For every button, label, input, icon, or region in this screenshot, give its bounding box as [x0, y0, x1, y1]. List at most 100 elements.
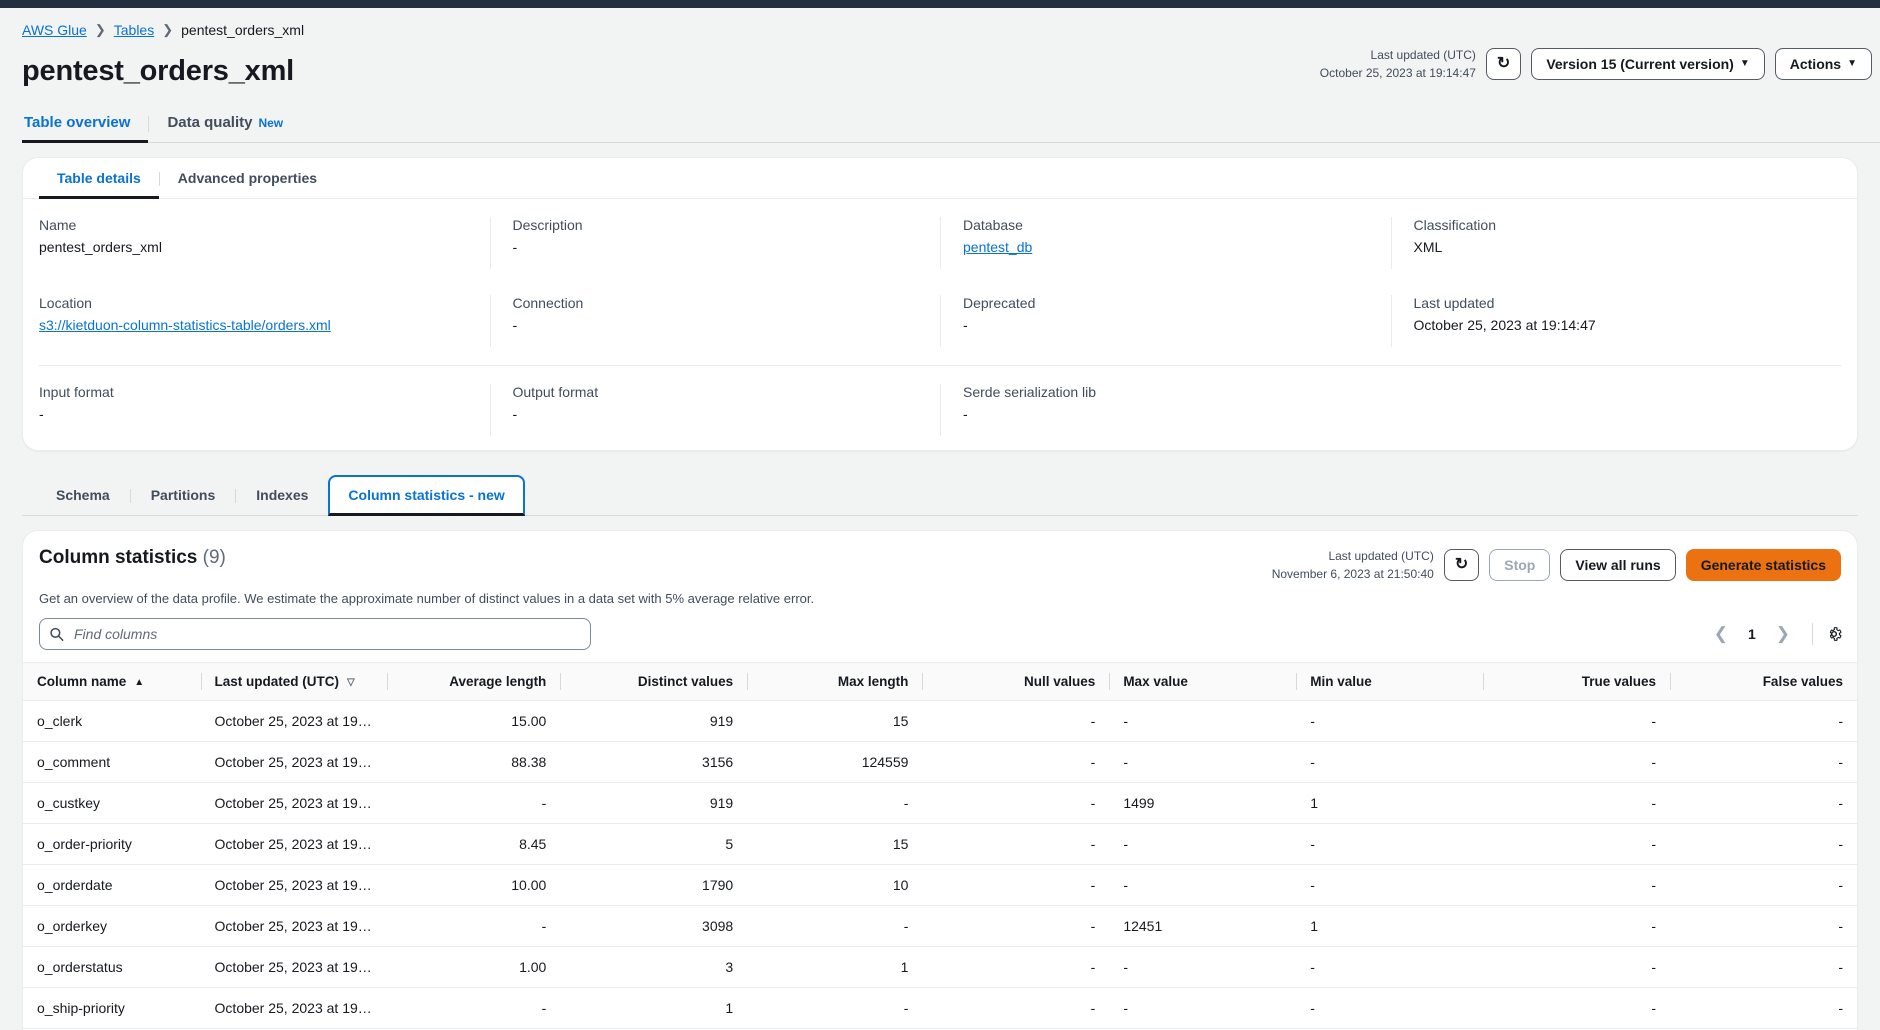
cell-null-values: -	[922, 824, 1109, 865]
detail-location-label: Location	[39, 295, 472, 311]
th-last-updated[interactable]: Last updated (UTC)▽	[201, 663, 388, 701]
tab-schema[interactable]: Schema	[36, 475, 130, 516]
detail-name-label: Name	[39, 217, 472, 233]
tab-partitions[interactable]: Partitions	[131, 475, 236, 516]
th-max-length[interactable]: Max length	[747, 663, 922, 701]
cell-null-values: -	[922, 783, 1109, 824]
tab-data-quality[interactable]: Data qualityNew	[149, 104, 301, 143]
detail-database-link[interactable]: pentest_db	[963, 239, 1032, 255]
cell-column-name: o_orderdate	[23, 865, 201, 906]
table-row[interactable]: o_orderkeyOctober 25, 2023 at 19:14:-309…	[23, 906, 1857, 947]
cell-distinct-values: 1790	[560, 865, 747, 906]
cell-false-values: -	[1670, 783, 1857, 824]
detail-connection-value: -	[513, 317, 923, 333]
cell-max-length: 1	[747, 947, 922, 988]
toolbar-divider	[1812, 623, 1813, 645]
tab-schema-label: Schema	[56, 487, 110, 503]
cell-last-updated: October 25, 2023 at 19:14:	[201, 783, 388, 824]
th-distinct-values[interactable]: Distinct values	[560, 663, 747, 701]
page-header-actions: Last updated (UTC) October 25, 2023 at 1…	[1320, 46, 1872, 88]
th-average-length[interactable]: Average length	[387, 663, 560, 701]
tab-advanced-properties[interactable]: Advanced properties	[160, 158, 335, 199]
detail-output-format-value: -	[513, 406, 923, 422]
table-row[interactable]: o_commentOctober 25, 2023 at 19:14:88.38…	[23, 742, 1857, 783]
cell-average-length: 10.00	[387, 865, 560, 906]
cell-last-updated: October 25, 2023 at 19:14:	[201, 947, 388, 988]
th-column-name-label: Column name	[37, 674, 126, 689]
cell-null-values: -	[922, 701, 1109, 742]
cell-max-length: -	[747, 783, 922, 824]
cell-true-values: -	[1483, 865, 1670, 906]
chevron-down-icon: ▼	[1740, 59, 1750, 69]
tab-table-details[interactable]: Table details	[39, 158, 159, 199]
refresh-button[interactable]: ↻	[1486, 48, 1521, 80]
table-row[interactable]: o_ship-priorityOctober 25, 2023 at 19:14…	[23, 988, 1857, 1029]
cell-column-name: o_ship-priority	[23, 988, 201, 1029]
cell-distinct-values: 5	[560, 824, 747, 865]
chevron-left-icon[interactable]: ❮	[1704, 620, 1738, 648]
search-input[interactable]	[39, 618, 591, 650]
th-min-value[interactable]: Min value	[1296, 663, 1483, 701]
column-statistics-panel: Column statistics (9) Last updated (UTC)…	[22, 530, 1858, 1030]
cell-column-name: o_orderstatus	[23, 947, 201, 988]
detail-input-format: Input format -	[39, 384, 490, 436]
primary-tabs: Table overview Data qualityNew	[22, 104, 1880, 143]
chevron-right-icon[interactable]: ❯	[1766, 620, 1800, 648]
cell-distinct-values: 1	[560, 988, 747, 1029]
cell-average-length: 8.45	[387, 824, 560, 865]
cell-max-value: -	[1109, 742, 1296, 783]
table-row[interactable]: o_custkeyOctober 25, 2023 at 19:14:-919-…	[23, 783, 1857, 824]
cell-false-values: -	[1670, 742, 1857, 783]
view-all-runs-button[interactable]: View all runs	[1560, 549, 1675, 581]
cell-average-length: 88.38	[387, 742, 560, 783]
table-row[interactable]: o_orderstatusOctober 25, 2023 at 19:14: 1…	[23, 947, 1857, 988]
cell-true-values: -	[1483, 742, 1670, 783]
chevron-down-icon: ▼	[1847, 59, 1857, 69]
breadcrumb-item-tables[interactable]: Tables	[114, 22, 154, 38]
version-select[interactable]: Version 15 (Current version) ▼	[1531, 48, 1764, 80]
th-null-values[interactable]: Null values	[922, 663, 1109, 701]
cell-true-values: -	[1483, 701, 1670, 742]
table-last-updated-label: Last updated (UTC)	[1320, 46, 1476, 64]
cell-distinct-values: 3	[560, 947, 747, 988]
tab-table-overview-label: Table overview	[24, 114, 130, 131]
detail-last-updated-value: October 25, 2023 at 19:14:47	[1414, 317, 1824, 333]
page-title: pentest_orders_xml	[22, 55, 294, 88]
table-details-body: Name pentest_orders_xml Description - Da…	[23, 199, 1857, 361]
stats-refresh-button[interactable]: ↻	[1444, 549, 1479, 581]
detail-last-updated: Last updated October 25, 2023 at 19:14:4…	[1391, 295, 1842, 347]
cell-max-value: -	[1109, 824, 1296, 865]
detail-location-link[interactable]: s3://kietduon-column-statistics-table/or…	[39, 317, 331, 333]
cell-max-length: 124559	[747, 742, 922, 783]
cell-null-values: -	[922, 865, 1109, 906]
table-row[interactable]: o_orderdateOctober 25, 2023 at 19:14:10.…	[23, 865, 1857, 906]
th-max-value[interactable]: Max value	[1109, 663, 1296, 701]
tab-indexes-label: Indexes	[256, 487, 308, 503]
table-row[interactable]: o_order-priorityOctober 25, 2023 at 19:1…	[23, 824, 1857, 865]
stop-button[interactable]: Stop	[1489, 549, 1550, 581]
generate-statistics-button[interactable]: Generate statistics	[1686, 549, 1841, 581]
cell-max-value: -	[1109, 988, 1296, 1029]
th-max-value-label: Max value	[1123, 674, 1188, 689]
cell-max-value: -	[1109, 947, 1296, 988]
cell-max-value: 12451	[1109, 906, 1296, 947]
th-false-values[interactable]: False values	[1670, 663, 1857, 701]
actions-button[interactable]: Actions ▼	[1775, 48, 1872, 80]
cell-last-updated: October 25, 2023 at 19:14:	[201, 988, 388, 1029]
view-all-runs-button-label: View all runs	[1575, 557, 1660, 573]
gear-icon[interactable]	[1825, 625, 1843, 643]
cell-null-values: -	[922, 988, 1109, 1029]
page-number[interactable]: 1	[1742, 626, 1762, 642]
actions-button-label: Actions	[1790, 56, 1841, 72]
th-true-values[interactable]: True values	[1483, 663, 1670, 701]
tab-table-overview[interactable]: Table overview	[22, 104, 148, 143]
breadcrumb-item-aws-glue[interactable]: AWS Glue	[22, 22, 87, 38]
column-statistics-count: (9)	[203, 547, 226, 568]
column-statistics-header: Column statistics (9) Last updated (UTC)…	[23, 531, 1857, 591]
th-column-name[interactable]: Column name▲	[23, 663, 201, 701]
tab-column-statistics[interactable]: Column statistics - new	[328, 475, 524, 516]
table-row[interactable]: o_clerkOctober 25, 2023 at 19:14:15.0091…	[23, 701, 1857, 742]
tab-indexes[interactable]: Indexes	[236, 475, 328, 516]
detail-last-updated-label: Last updated	[1414, 295, 1824, 311]
cell-average-length: -	[387, 783, 560, 824]
